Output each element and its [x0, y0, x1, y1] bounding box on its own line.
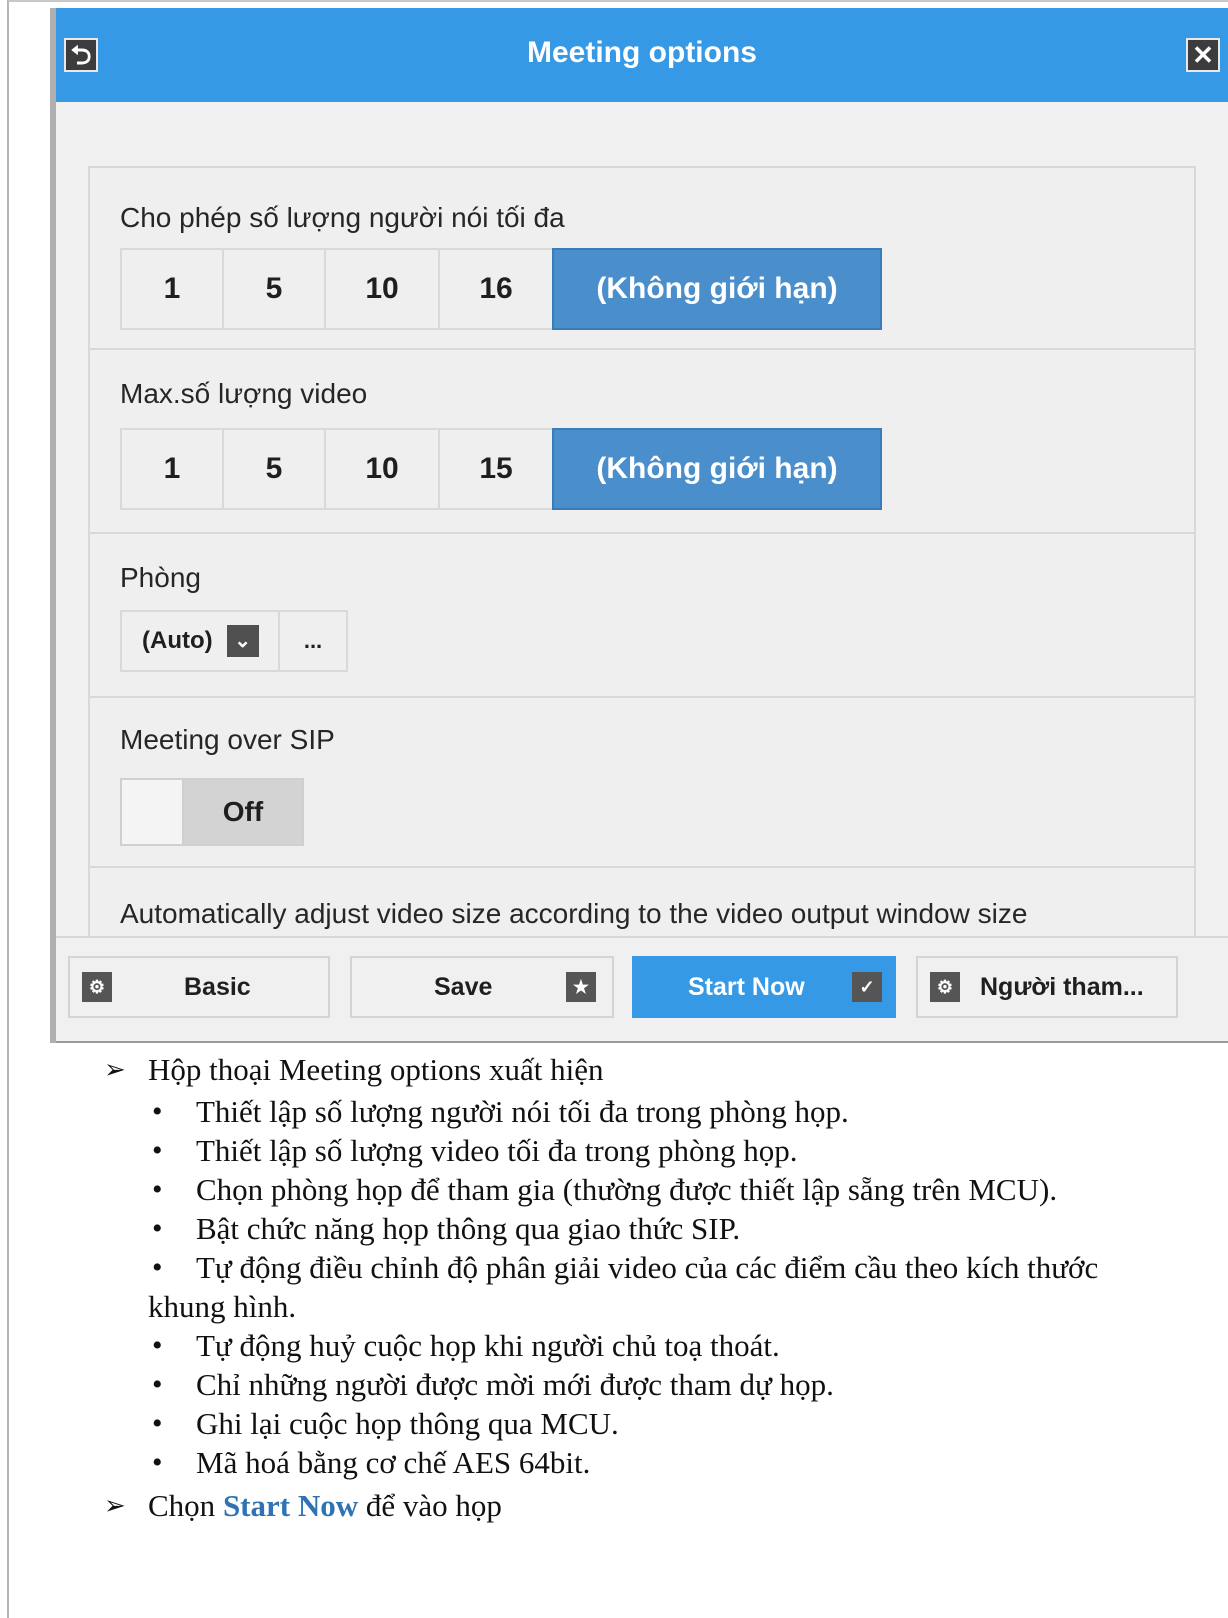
arrow-bullet-icon: ➢	[104, 1055, 126, 1084]
max-speakers-option-unlimited[interactable]: (Không giới hạn)	[552, 248, 882, 330]
list-item: Thiết lập số lượng người nói tối đa tron…	[148, 1092, 1228, 1131]
dialog-footer: ⚙ Basic Save ★ Start Now ✓ ⚙ Người tham.…	[56, 936, 1228, 1043]
max-video-option-unlimited[interactable]: (Không giới hạn)	[552, 428, 882, 510]
meeting-options-dialog: ⮌ Meeting options ✕ Cho phép số lượng ng…	[56, 8, 1228, 1043]
basic-button-label: Basic	[184, 972, 251, 1001]
toggle-knob	[122, 780, 184, 844]
max-video-label: Max.số lượng video	[120, 378, 368, 409]
room-select[interactable]: (Auto) ⌄	[120, 610, 280, 672]
list-item: Tự động điều chỉnh độ phân giải video củ…	[148, 1248, 1228, 1326]
intro-text: Hộp thoại Meeting options xuất hiện	[148, 1052, 604, 1087]
max-speakers-selector: 1 5 10 16 (Không giới hạn)	[120, 248, 882, 330]
final-prefix: Chọn	[148, 1488, 223, 1523]
sip-toggle-state: Off	[222, 796, 264, 827]
start-now-button[interactable]: Start Now ✓	[632, 956, 896, 1018]
max-speakers-option-1[interactable]: 1	[120, 248, 224, 330]
list-item: Tự động huỷ cuộc họp khi người chủ toạ t…	[148, 1326, 1228, 1365]
max-speakers-option-10[interactable]: 10	[324, 248, 440, 330]
start-now-label: Start Now	[688, 972, 805, 1001]
dialog-title: Meeting options	[527, 36, 757, 69]
start-now-link: Start Now	[222, 1488, 359, 1523]
sip-section: Meeting over SIP Off	[90, 696, 1194, 868]
max-video-option-15[interactable]: 15	[438, 428, 554, 510]
max-video-option-5[interactable]: 5	[222, 428, 326, 510]
gear-icon: ⚙	[82, 972, 112, 1002]
max-speakers-option-16[interactable]: 16	[438, 248, 554, 330]
dialog-titlebar: ⮌ Meeting options ✕	[56, 8, 1228, 102]
list-item: Chọn phòng họp để tham gia (thường được …	[148, 1170, 1228, 1209]
list-item: Thiết lập số lượng video tối đa trong ph…	[148, 1131, 1228, 1170]
room-label: Phòng	[120, 562, 201, 593]
dialog-bottom-edge	[56, 1041, 1228, 1043]
options-panel: Cho phép số lượng người nói tối đa 1 5 1…	[88, 166, 1196, 966]
close-icon[interactable]: ✕	[1186, 38, 1220, 72]
sip-label: Meeting over SIP	[120, 724, 335, 755]
list-item: Mã hoá bằng cơ chế AES 64bit.	[148, 1443, 1228, 1482]
max-video-selector: 1 5 10 15 (Không giới hạn)	[120, 428, 882, 510]
participants-button[interactable]: ⚙ Người tham...	[916, 956, 1178, 1018]
intro-line: ➢ Hộp thoại Meeting options xuất hiện	[104, 1052, 603, 1088]
room-controls: (Auto) ⌄ ...	[120, 610, 348, 672]
max-speakers-option-5[interactable]: 5	[222, 248, 326, 330]
list-item: Chỉ những người được mời mới được tham d…	[148, 1365, 1228, 1404]
final-suffix: để vào họp	[358, 1488, 502, 1523]
gear-icon: ⚙	[930, 972, 960, 1002]
checkmark-icon: ✓	[852, 972, 882, 1002]
star-icon: ★	[566, 972, 596, 1002]
room-more-button[interactable]: ...	[278, 610, 348, 672]
save-button-label: Save	[434, 972, 493, 1001]
list-item: Ghi lại cuộc họp thông qua MCU.	[148, 1404, 1228, 1443]
max-video-option-10[interactable]: 10	[324, 428, 440, 510]
save-button[interactable]: Save ★	[350, 956, 614, 1018]
max-speakers-section: Cho phép số lượng người nói tối đa 1 5 1…	[90, 168, 1194, 350]
list-item-text: Tự động điều chỉnh độ phân giải video củ…	[196, 1250, 1099, 1285]
chevron-down-icon: ⌄	[226, 625, 259, 657]
final-line: ➢ Chọn Start Now để vào họp	[104, 1488, 502, 1524]
max-video-option-1[interactable]: 1	[120, 428, 224, 510]
sip-toggle[interactable]: Off	[120, 778, 304, 846]
max-speakers-label: Cho phép số lượng người nói tối đa	[120, 202, 565, 233]
max-video-section: Max.số lượng video 1 5 10 15 (Không giới…	[90, 348, 1194, 534]
basic-button[interactable]: ⚙ Basic	[68, 956, 330, 1018]
participants-button-label: Người tham...	[980, 972, 1144, 1001]
room-value: (Auto)	[142, 627, 213, 654]
auto-adjust-label: Automatically adjust video size accordin…	[120, 898, 1028, 929]
room-section: Phòng (Auto) ⌄ ...	[90, 532, 1194, 698]
list-item: Bật chức năng họp thông qua giao thức SI…	[148, 1209, 1228, 1248]
list-item-continuation: khung hình.	[148, 1289, 297, 1324]
feature-list: Thiết lập số lượng người nói tối đa tron…	[148, 1092, 1228, 1482]
arrow-bullet-icon: ➢	[104, 1491, 126, 1520]
